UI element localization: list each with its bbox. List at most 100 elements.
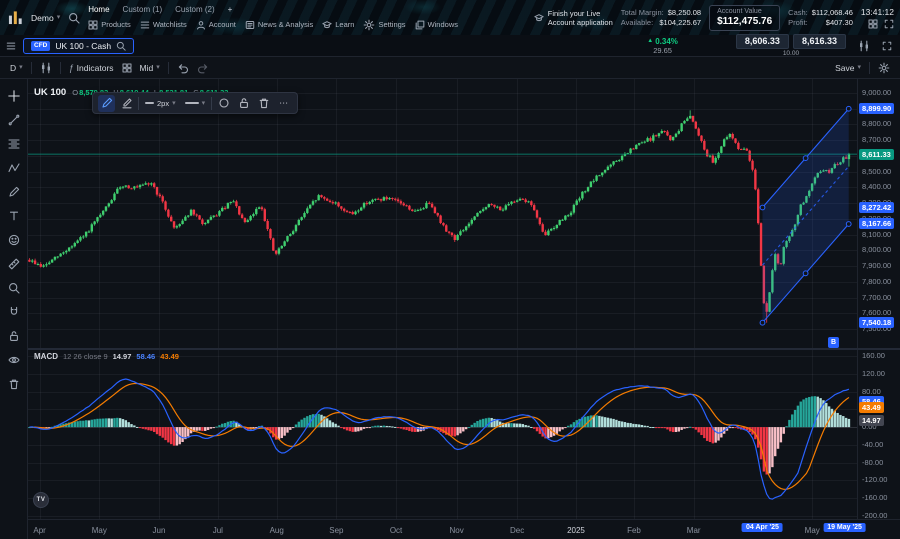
price-axis-label: 8,700.00 <box>862 136 891 144</box>
time-axis-label: Jun <box>153 526 166 535</box>
menu-item-windows[interactable]: Windows <box>415 20 458 30</box>
instrument-tab[interactable]: CFD UK 100 - Cash <box>23 38 134 54</box>
tool-emoji[interactable] <box>3 229 24 250</box>
timeframe-selector[interactable]: D ▾ <box>10 63 23 73</box>
chart-type-icon[interactable] <box>858 40 870 52</box>
macd-signal-value: 43.49 <box>160 352 179 361</box>
compare-layout-icon[interactable] <box>122 63 132 73</box>
price-axis-label: 8,800.00 <box>862 120 891 128</box>
macd-axis-label: -200.00 <box>862 512 887 520</box>
price-axis-label: 8,100.00 <box>862 231 891 239</box>
menu-item-settings[interactable]: Settings <box>363 19 405 31</box>
drawing-anchor-badge[interactable]: B <box>828 337 839 348</box>
tool-pattern[interactable] <box>3 157 24 178</box>
pane-divider[interactable] <box>28 348 900 350</box>
price-axis-label: 7,600.00 <box>862 309 891 317</box>
time-axis-label: Oct <box>390 526 402 535</box>
time-axis[interactable]: AprMayJunJulAugSepOctNovDec2025FebMarMay… <box>28 519 900 539</box>
chevron-down-icon: ▾ <box>202 100 206 107</box>
platform-logo-icon[interactable] <box>8 10 23 25</box>
popout-icon[interactable] <box>882 41 892 51</box>
tool-crosshair[interactable] <box>3 85 24 106</box>
tool-trash[interactable] <box>3 373 24 394</box>
divider <box>138 97 139 110</box>
price-axis-label: 7,800.00 <box>862 278 891 286</box>
drawing-date-badge: 04 Apr '25 <box>742 523 783 532</box>
fx-icon: ƒ <box>69 63 74 73</box>
time-axis-label: Sep <box>329 526 343 535</box>
sell-price-button[interactable]: 8,606.33 <box>736 34 789 49</box>
chart-style-icon[interactable] <box>40 62 52 74</box>
spread-value: 10.00 <box>783 50 799 57</box>
cash-value: $112,068.46 <box>812 8 853 18</box>
drawing-price-badge: 7,540.18 <box>859 317 894 328</box>
change-points: 29.65 <box>647 46 678 55</box>
time-axis-label: Nov <box>449 526 463 535</box>
cash-profit-summary: Cash: $112,068.46 Profit: $407.30 <box>788 8 853 28</box>
workspace-tab-custom-1[interactable]: Custom (1) <box>123 5 163 14</box>
tradingview-logo[interactable]: TV <box>33 492 49 508</box>
price-axis-label: 9,000.00 <box>862 89 891 97</box>
menu-item-products[interactable]: Products <box>88 20 131 30</box>
divider <box>168 62 169 74</box>
account-switcher[interactable]: Demo ▾ <box>31 13 60 23</box>
indicators-button[interactable]: ƒ Indicators <box>69 63 114 73</box>
cfd-badge: CFD <box>31 41 50 51</box>
buy-price-button[interactable]: 8,616.33 <box>793 34 846 49</box>
instrument-tab-bar: CFD UK 100 - Cash ▲ 0.34% 29.65 8,606.33… <box>0 35 900 57</box>
tool-brush[interactable] <box>3 181 24 202</box>
draw-pencil-button[interactable] <box>98 95 115 112</box>
more-options-button[interactable]: ⋯ <box>275 95 292 112</box>
macd-axis-label: -160.00 <box>862 494 887 502</box>
profit-label: Profit: <box>788 18 808 28</box>
layout-grid-icon[interactable] <box>868 19 878 29</box>
divider <box>31 62 32 74</box>
menu-item-watchlists[interactable]: Watchlists <box>140 20 187 30</box>
account-value-box[interactable]: Account Value $112,475.76 <box>709 5 780 31</box>
line-width-label: 2px <box>157 99 169 108</box>
tool-fib-retracement[interactable] <box>3 133 24 154</box>
line-width-selector[interactable]: 2px ▾ <box>142 99 179 108</box>
redo-icon[interactable] <box>197 62 209 74</box>
chevron-down-icon: ▾ <box>156 64 160 71</box>
finish-application-link[interactable]: Finish your Live Account application <box>534 9 613 27</box>
undo-icon[interactable] <box>177 62 189 74</box>
save-button[interactable]: Save ▾ <box>835 63 861 73</box>
price-axis[interactable]: 7,500.007,600.007,700.007,800.007,900.00… <box>857 79 900 519</box>
clock: 13:41:12 <box>861 7 894 17</box>
tool-trend-line[interactable] <box>3 109 24 130</box>
drawing-price-badge: 8,167.66 <box>859 218 894 229</box>
lock-drawing-button[interactable] <box>235 95 252 112</box>
line-style-selector[interactable]: ▾ <box>182 100 209 107</box>
workspace-tab-plus[interactable]: + <box>228 5 233 14</box>
price-type-selector[interactable]: Mid ▾ <box>140 63 160 73</box>
account-value-label: Account Value <box>717 8 772 16</box>
menu-item-account[interactable]: Account <box>196 20 236 30</box>
search-icon[interactable] <box>68 12 80 24</box>
fullscreen-icon[interactable] <box>884 19 894 29</box>
draw-ellipse-button[interactable] <box>215 95 232 112</box>
delete-drawing-button[interactable] <box>255 95 272 112</box>
draw-marker-button[interactable] <box>118 95 135 112</box>
instrument-list-icon[interactable] <box>6 41 16 51</box>
save-label: Save <box>835 63 854 73</box>
watchlists-icon <box>140 20 150 30</box>
instrument-search-icon[interactable] <box>116 41 126 51</box>
tool-lock[interactable] <box>3 325 24 346</box>
divider <box>869 62 870 74</box>
menu-item-news-analysis[interactable]: News & Analysis <box>245 20 313 30</box>
chart-settings-icon[interactable] <box>878 62 890 74</box>
macd-legend: MACD 12 26 close 9 14.97 58.46 43.49 <box>34 352 179 361</box>
workspace-tab-home[interactable]: Home <box>88 5 109 14</box>
tool-measure[interactable] <box>3 253 24 274</box>
workspace-tab-custom-2[interactable]: Custom (2) <box>175 5 215 14</box>
news-icon <box>245 20 255 30</box>
tool-eye[interactable] <box>3 349 24 370</box>
menu-item-learn[interactable]: Learn <box>322 20 354 30</box>
tool-text[interactable] <box>3 205 24 226</box>
price-chart-canvas[interactable] <box>28 79 857 519</box>
tool-zoom[interactable] <box>3 277 24 298</box>
tool-magnet[interactable] <box>3 301 24 322</box>
drawing-price-badge: 8,899.90 <box>859 103 894 114</box>
time-axis-label: May <box>92 526 107 535</box>
